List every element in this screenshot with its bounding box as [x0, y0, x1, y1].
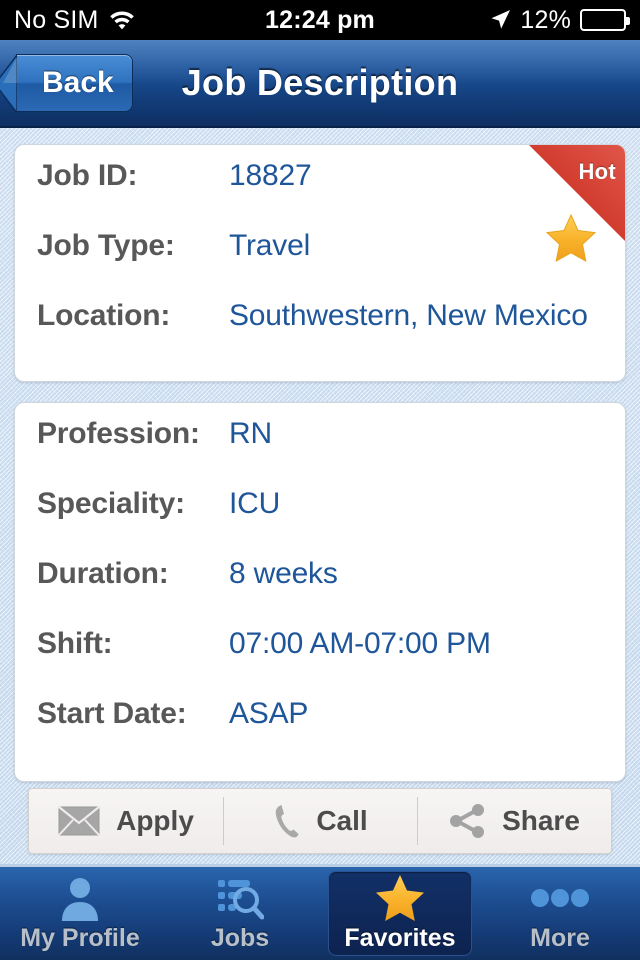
- table-row: Location: Southwestern, New Mexico: [15, 299, 625, 369]
- envelope-icon: [58, 806, 100, 836]
- row-value: Travel: [229, 229, 311, 262]
- status-bar: No SIM 12:24 pm 12%: [0, 0, 640, 40]
- content-area: Hot Job ID: 18827 Job Type: Travel Locat…: [0, 128, 640, 854]
- share-button-label: Share: [502, 805, 580, 836]
- call-button[interactable]: Call: [223, 789, 417, 853]
- tab-more[interactable]: More: [480, 867, 640, 960]
- table-row: Start Date: ASAP: [15, 697, 625, 767]
- job-search-icon: [216, 874, 264, 922]
- back-button[interactable]: Back: [0, 52, 133, 116]
- table-row: Job ID: 18827: [15, 159, 625, 229]
- job-summary-card: Hot Job ID: 18827 Job Type: Travel Locat…: [14, 144, 626, 382]
- row-label: Duration:: [37, 557, 169, 590]
- navigation-bar: Back Job Description: [0, 40, 640, 128]
- tab-label: More: [530, 924, 590, 952]
- table-row: Profession: RN: [15, 417, 625, 487]
- table-row: Speciality: ICU: [15, 487, 625, 557]
- back-button-label: Back: [42, 66, 114, 99]
- table-row: Shift: 07:00 AM-07:00 PM: [15, 627, 625, 697]
- location-arrow-icon: [489, 9, 511, 31]
- share-icon: [448, 804, 486, 838]
- tab-jobs[interactable]: Jobs: [160, 867, 320, 960]
- tab-favorites[interactable]: Favorites: [320, 867, 480, 960]
- tab-label: Favorites: [344, 924, 456, 952]
- row-label: Shift:: [37, 627, 113, 660]
- row-label: Speciality:: [37, 487, 185, 520]
- row-value: 8 weeks: [229, 557, 338, 590]
- battery-icon: [580, 9, 630, 31]
- battery-percent-label: 12%: [520, 5, 571, 34]
- action-bar: Apply Call Share: [28, 788, 612, 854]
- tab-bar: My Profile Jobs Favorites More: [0, 864, 640, 960]
- row-label: Job ID:: [37, 159, 138, 192]
- call-button-label: Call: [316, 805, 368, 836]
- row-label: Profession:: [37, 417, 200, 450]
- row-label: Job Type:: [37, 229, 175, 262]
- share-button[interactable]: Share: [417, 789, 611, 853]
- app-screen: No SIM 12:24 pm 12% Back Job Description…: [0, 0, 640, 960]
- wifi-icon: [109, 10, 135, 30]
- apply-button-label: Apply: [116, 805, 194, 836]
- tab-label: My Profile: [20, 924, 140, 952]
- status-bar-left: No SIM: [14, 6, 135, 35]
- status-bar-right: 12%: [489, 5, 630, 35]
- row-label: Location:: [37, 299, 171, 332]
- row-value: ASAP: [229, 697, 309, 730]
- job-details-card: Profession: RN Speciality: ICU Duration:…: [14, 402, 626, 782]
- row-value: 07:00 AM-07:00 PM: [229, 627, 491, 660]
- row-value: 18827: [229, 159, 312, 192]
- table-row: Duration: 8 weeks: [15, 557, 625, 627]
- star-icon: [374, 874, 426, 922]
- row-value: RN: [229, 417, 272, 450]
- tab-label: Jobs: [210, 924, 270, 952]
- table-row: Job Type: Travel: [15, 229, 625, 299]
- person-icon: [58, 874, 102, 922]
- row-label: Start Date:: [37, 697, 187, 730]
- carrier-label: No SIM: [14, 5, 99, 34]
- row-value: ICU: [229, 487, 281, 520]
- row-value: Southwestern, New Mexico: [229, 299, 588, 332]
- back-chevron-icon: [0, 52, 18, 116]
- phone-icon: [272, 803, 300, 839]
- apply-button[interactable]: Apply: [29, 789, 223, 853]
- ellipsis-icon: [530, 874, 590, 922]
- tab-my-profile[interactable]: My Profile: [0, 867, 160, 960]
